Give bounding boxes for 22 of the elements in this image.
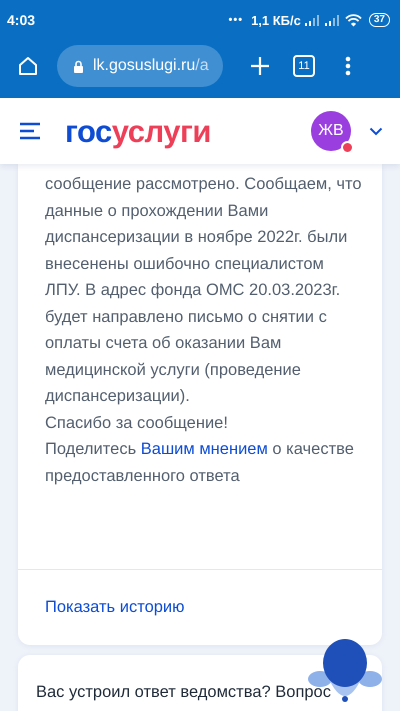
- feedback-link[interactable]: Вашим мнением: [140, 440, 268, 458]
- tabs-button[interactable]: 11: [293, 55, 315, 77]
- user-avatar[interactable]: ЖВ: [311, 111, 351, 151]
- wifi-icon: [344, 14, 362, 26]
- home-icon[interactable]: [17, 55, 39, 77]
- more-icon[interactable]: [345, 56, 351, 76]
- plus-icon[interactable]: [250, 56, 270, 76]
- feedback-text: Поделитесь Вашим мнением о качестве предоставленного ответа: [45, 439, 355, 486]
- status-dots: •••: [228, 14, 244, 26]
- signal-icon: [324, 14, 341, 26]
- battery-indicator: 37: [368, 13, 390, 27]
- status-time: 4:03: [7, 12, 36, 28]
- signal-icon: [304, 14, 321, 26]
- survey-question: Вас устроил ответ ведомства? Вопрос: [36, 682, 332, 703]
- lock-icon: [73, 60, 84, 72]
- chevron-down-icon[interactable]: [369, 126, 383, 136]
- thanks-text: Спасибо за сообщение!: [45, 412, 229, 434]
- logo[interactable]: госуслуги: [65, 116, 211, 146]
- message-text: сообщение рассмотрено. Сообщаем, что данные о прохождении Вами диспансеризации в ноябре 2022г. были внесенены ошибочно специалистом ЛПУ. В адрес фонда ОМС 20.03.2023г. будет направлено письмо о снятии с оплаты счета об оказании Вам медицинской услуги (проведение диспансеризации).: [45, 174, 362, 407]
- network-speed: 1,1 КБ/с: [251, 12, 301, 28]
- show-history-link[interactable]: Показать историю: [45, 598, 185, 616]
- menu-icon[interactable]: [20, 122, 42, 140]
